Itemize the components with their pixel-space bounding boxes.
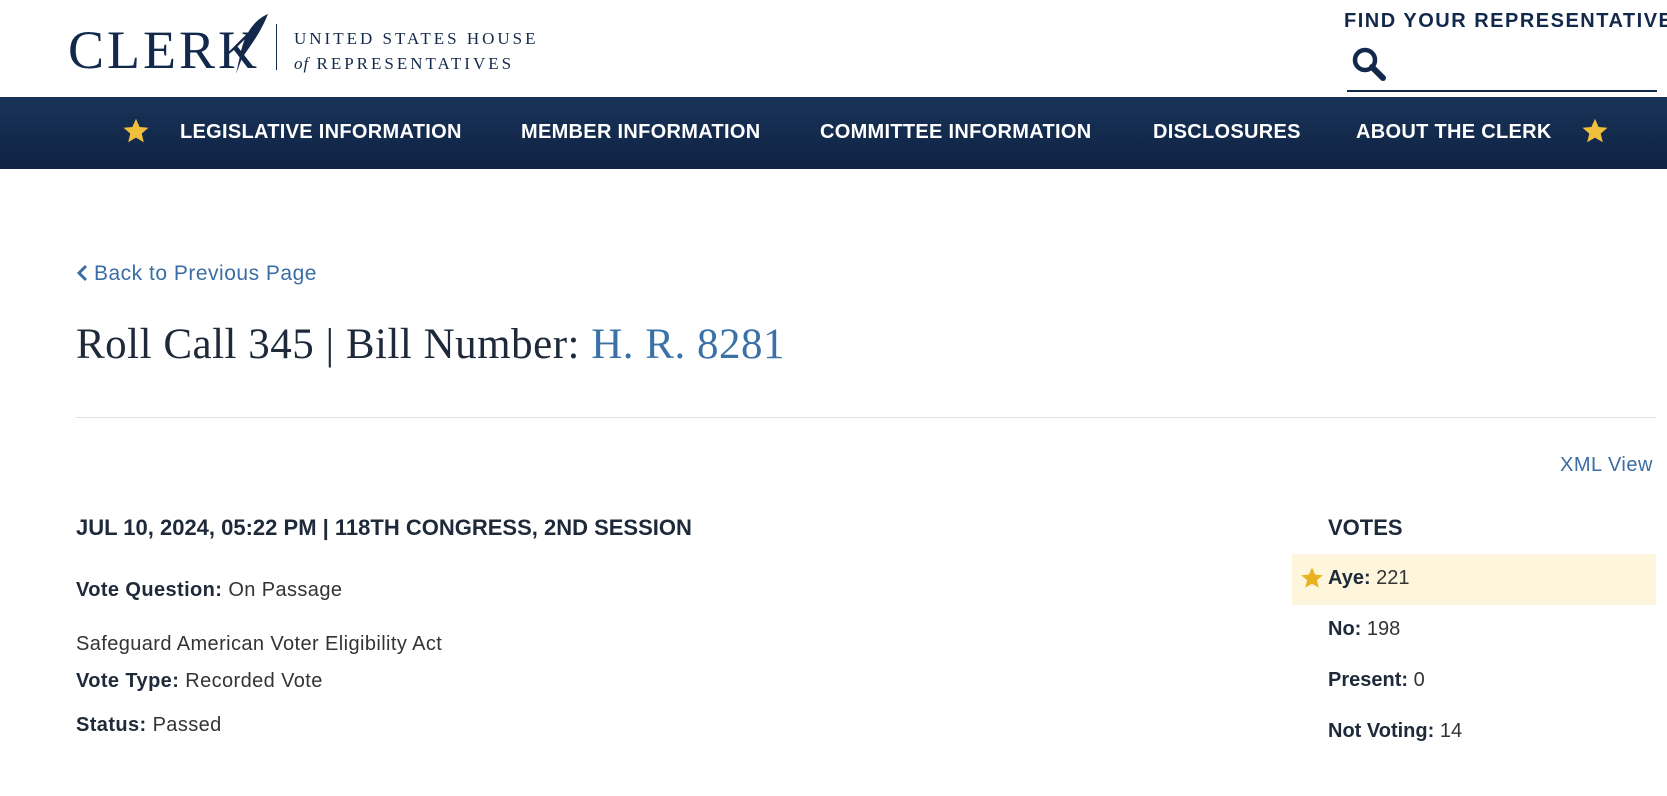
- back-to-previous-page-link[interactable]: Back to Previous Page: [76, 262, 317, 286]
- nav-legislative-information[interactable]: LEGISLATIVE INFORMATION: [180, 121, 462, 144]
- logo-text: UNITED STATES HOUSE of REPRESENTATIVES: [294, 26, 539, 76]
- star-icon: [123, 118, 149, 143]
- nav-about-the-clerk[interactable]: ABOUT THE CLERK: [1356, 121, 1552, 144]
- nav-member-information[interactable]: MEMBER INFORMATION: [521, 121, 760, 144]
- vote-label: Not Voting:: [1328, 720, 1435, 742]
- vote-question-label: Vote Question:: [76, 579, 223, 601]
- vote-type-label: Vote Type:: [76, 670, 180, 692]
- vote-row-not-voting: Not Voting: 14: [1292, 707, 1656, 758]
- vote-count: 221: [1376, 567, 1410, 589]
- main-nav: LEGISLATIVE INFORMATION MEMBER INFORMATI…: [0, 97, 1667, 169]
- divider: [76, 417, 1656, 418]
- search-icon[interactable]: [1351, 46, 1387, 82]
- vote-not-voting: Not Voting: 14: [1328, 720, 1462, 743]
- logo-divider: [276, 24, 277, 70]
- vote-row-no: No: 198: [1292, 605, 1656, 656]
- quill-icon: [236, 14, 268, 74]
- bill-number-link[interactable]: H. R. 8281: [591, 321, 785, 368]
- star-icon: [1301, 567, 1323, 588]
- vote-type: Vote Type: Recorded Vote: [76, 670, 323, 693]
- title-prefix: Roll Call 345 | Bill Number:: [76, 321, 592, 368]
- logo-line-2: of REPRESENTATIVES: [294, 51, 539, 76]
- nav-disclosures[interactable]: DISCLOSURES: [1153, 121, 1301, 144]
- votes-heading: VOTES: [1328, 515, 1403, 540]
- bill-title: Safeguard American Voter Eligibility Act: [76, 633, 443, 655]
- nav-committee-information[interactable]: COMMITTEE INFORMATION: [820, 121, 1091, 144]
- vote-type-value: Recorded Vote: [185, 670, 323, 692]
- vote-date-session: JUL 10, 2024, 05:22 PM | 118TH CONGRESS,…: [76, 515, 692, 540]
- vote-label: Aye:: [1328, 567, 1371, 589]
- vote-aye: Aye: 221: [1328, 567, 1410, 590]
- vote-present: Present: 0: [1328, 669, 1425, 692]
- vote-count: 198: [1366, 618, 1401, 640]
- find-representative-search[interactable]: [1347, 42, 1657, 92]
- status-label: Status:: [76, 714, 147, 736]
- vote-count: 14: [1439, 720, 1463, 742]
- xml-view-link[interactable]: XML View: [1560, 454, 1653, 477]
- page-title: Roll Call 345 | Bill Number: H. R. 8281: [76, 320, 785, 369]
- vote-row-present: Present: 0: [1292, 656, 1656, 707]
- logo-of: of: [294, 54, 310, 73]
- logo-representatives: REPRESENTATIVES: [316, 54, 515, 73]
- vote-no: No: 198: [1328, 618, 1400, 641]
- vote-row-aye: Aye: 221: [1292, 554, 1656, 605]
- chevron-left-icon: [76, 264, 88, 282]
- status-value: Passed: [152, 714, 222, 736]
- vote-status: Status: Passed: [76, 714, 222, 737]
- star-icon: [1582, 118, 1608, 143]
- vote-question-value: On Passage: [228, 579, 343, 601]
- vote-label: Present:: [1328, 669, 1409, 691]
- find-representative-label: FIND YOUR REPRESENTATIVE: [1344, 10, 1667, 32]
- logo-line-1: UNITED STATES HOUSE: [294, 29, 539, 48]
- vote-question: Vote Question: On Passage: [76, 579, 342, 602]
- vote-count: 0: [1413, 669, 1425, 691]
- vote-label: No:: [1328, 618, 1362, 640]
- back-link-label: Back to Previous Page: [94, 262, 317, 285]
